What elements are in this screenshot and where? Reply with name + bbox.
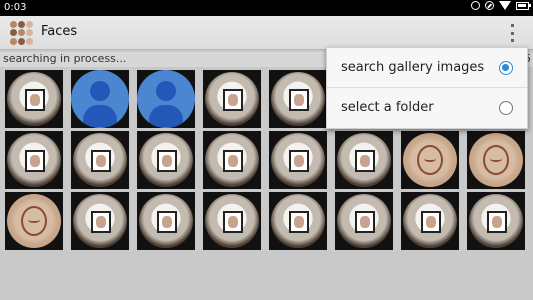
contact-avatar-icon: [71, 70, 129, 128]
face-thumbnail[interactable]: [5, 192, 63, 250]
app-title: Faces: [41, 24, 78, 39]
menu-item-label: search gallery images: [341, 60, 485, 75]
face-thumbnail[interactable]: [269, 70, 327, 128]
face-thumbnail[interactable]: [203, 131, 261, 189]
face-photo: [7, 72, 61, 126]
status-time: 0:03: [4, 2, 27, 13]
drawn-face: [469, 133, 523, 187]
face-thumbnail[interactable]: [137, 192, 195, 250]
face-thumbnail[interactable]: [71, 70, 129, 128]
status-bar: 0:03: [0, 0, 533, 16]
face-photo: [337, 194, 391, 248]
source-options-popup: search gallery images select a folder: [326, 47, 528, 129]
alarm-icon: [471, 1, 480, 10]
wifi-icon: [499, 1, 511, 10]
face-photo: [205, 133, 259, 187]
face-thumbnail[interactable]: [335, 131, 393, 189]
face-thumbnail[interactable]: [203, 70, 261, 128]
face-photo: [337, 133, 391, 187]
face-thumbnail[interactable]: [467, 192, 525, 250]
face-thumbnail[interactable]: [137, 70, 195, 128]
drawn-face: [403, 133, 457, 187]
face-thumbnail[interactable]: [5, 131, 63, 189]
face-thumbnail[interactable]: [5, 70, 63, 128]
radio-button-selected[interactable]: [499, 61, 513, 75]
status-icons: [471, 1, 531, 10]
face-thumbnail[interactable]: [71, 192, 129, 250]
face-thumbnail[interactable]: [203, 192, 261, 250]
face-photo: [403, 194, 457, 248]
search-status-text: searching in process...: [3, 52, 127, 65]
face-thumbnail[interactable]: [335, 192, 393, 250]
menu-item-label: select a folder: [341, 100, 434, 115]
face-photo: [7, 133, 61, 187]
face-photo: [205, 72, 259, 126]
face-thumbnail[interactable]: [269, 192, 327, 250]
face-photo: [271, 133, 325, 187]
bottom-empty-area: [0, 250, 533, 300]
overflow-menu-icon[interactable]: [509, 24, 515, 42]
do-not-disturb-icon: [485, 1, 494, 10]
battery-icon: [516, 1, 531, 10]
face-photo: [73, 133, 127, 187]
face-photo: [205, 194, 259, 248]
action-bar: Faces: [0, 16, 533, 50]
radio-button-unselected[interactable]: [499, 101, 513, 115]
face-photo: [271, 194, 325, 248]
face-thumbnail[interactable]: [137, 131, 195, 189]
face-thumbnail[interactable]: [467, 131, 525, 189]
face-thumbnail[interactable]: [71, 131, 129, 189]
face-photo: [73, 194, 127, 248]
face-thumbnail[interactable]: [401, 131, 459, 189]
menu-item-search-gallery-images[interactable]: search gallery images: [327, 48, 527, 88]
menu-item-select-a-folder[interactable]: select a folder: [327, 88, 527, 128]
face-photo: [271, 72, 325, 126]
face-photo: [139, 133, 193, 187]
face-photo: [139, 194, 193, 248]
contact-avatar-icon: [137, 70, 195, 128]
face-photo: [469, 194, 523, 248]
face-thumbnail[interactable]: [401, 192, 459, 250]
drawn-face: [7, 194, 61, 248]
faces-app-icon[interactable]: [10, 21, 35, 45]
face-thumbnail[interactable]: [269, 131, 327, 189]
